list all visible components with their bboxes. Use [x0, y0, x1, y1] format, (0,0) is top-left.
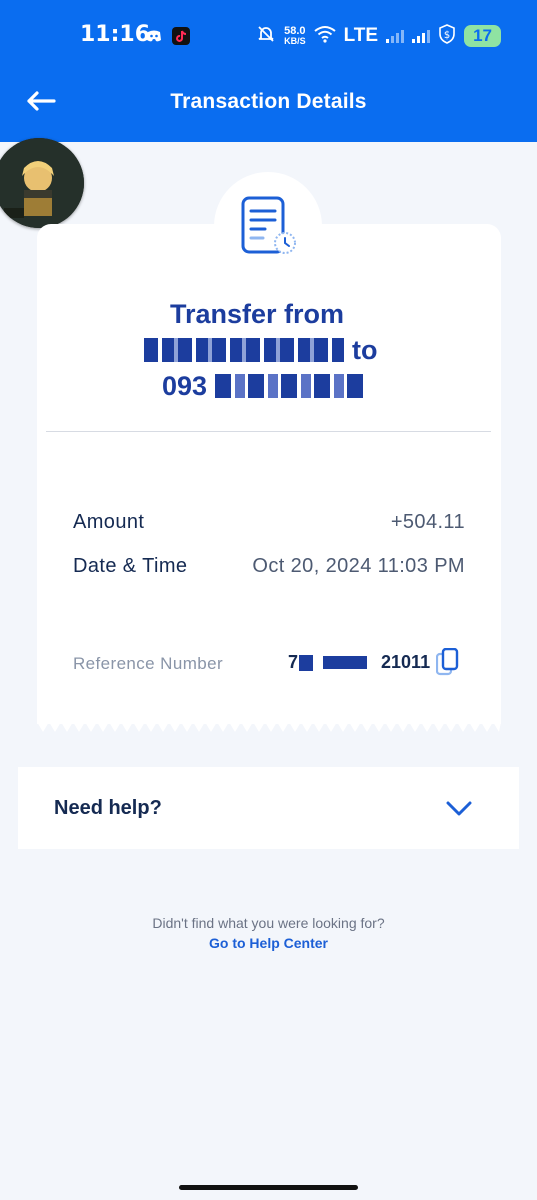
reference-value: 7 21011	[288, 652, 430, 673]
amount-label: Amount	[73, 511, 145, 533]
datetime-label: Date & Time	[73, 555, 188, 577]
transfer-title-recipient-prefix: 093	[162, 371, 208, 401]
transfer-title: Transfer from to 093	[140, 296, 400, 404]
redacted-reference-2	[323, 656, 368, 669]
battery-indicator: 17	[464, 25, 501, 47]
redacted-sender	[144, 332, 352, 368]
transfer-title-line1: Transfer from	[170, 299, 345, 329]
reference-label: Reference Number	[73, 654, 224, 673]
mute-icon	[256, 24, 276, 49]
transfer-title-to: to	[352, 335, 378, 365]
network-type: LTE	[343, 25, 379, 46]
signal-bars-1-icon	[386, 29, 405, 43]
discord-icon	[145, 27, 163, 45]
top-header: 11:16 58.0 KB/S LTE $ 17 Transaction Det…	[0, 0, 537, 142]
status-time: 11:16	[80, 22, 151, 47]
shield-dollar-icon: $	[438, 23, 456, 49]
signal-bars-2-icon	[412, 29, 431, 43]
status-right-group: 58.0 KB/S LTE $ 17	[256, 22, 501, 50]
home-indicator[interactable]	[179, 1185, 358, 1190]
datetime-value: Oct 20, 2024 11:03 PM	[252, 555, 465, 577]
help-question: Didn't find what you were looking for?	[152, 915, 385, 931]
need-help-accordion[interactable]: Need help?	[18, 767, 519, 849]
receipt-zigzag-edge	[37, 712, 501, 732]
net-speed: 58.0 KB/S	[284, 26, 306, 47]
net-speed-unit: KB/S	[284, 36, 306, 46]
redacted-reference	[299, 654, 314, 671]
reference-suffix: 21011	[381, 652, 431, 672]
reference-prefix: 7	[288, 652, 299, 672]
chevron-down-icon[interactable]	[446, 801, 472, 817]
svg-text:$: $	[444, 30, 450, 41]
floating-avatar[interactable]	[0, 138, 84, 228]
amount-value: +504.11	[390, 511, 465, 533]
tiktok-icon	[172, 27, 190, 45]
wifi-icon	[313, 25, 336, 48]
page-title: Transaction Details	[170, 90, 367, 113]
app-bar: Transaction Details	[0, 70, 537, 142]
need-help-label: Need help?	[54, 797, 162, 819]
document-clock-icon	[238, 195, 300, 261]
redacted-recipient	[214, 374, 365, 398]
copy-icon[interactable]	[435, 647, 460, 676]
status-bar: 11:16 58.0 KB/S LTE $ 17	[0, 0, 537, 70]
help-center-link[interactable]: Go to Help Center	[0, 935, 537, 951]
receipt-divider	[46, 431, 491, 432]
